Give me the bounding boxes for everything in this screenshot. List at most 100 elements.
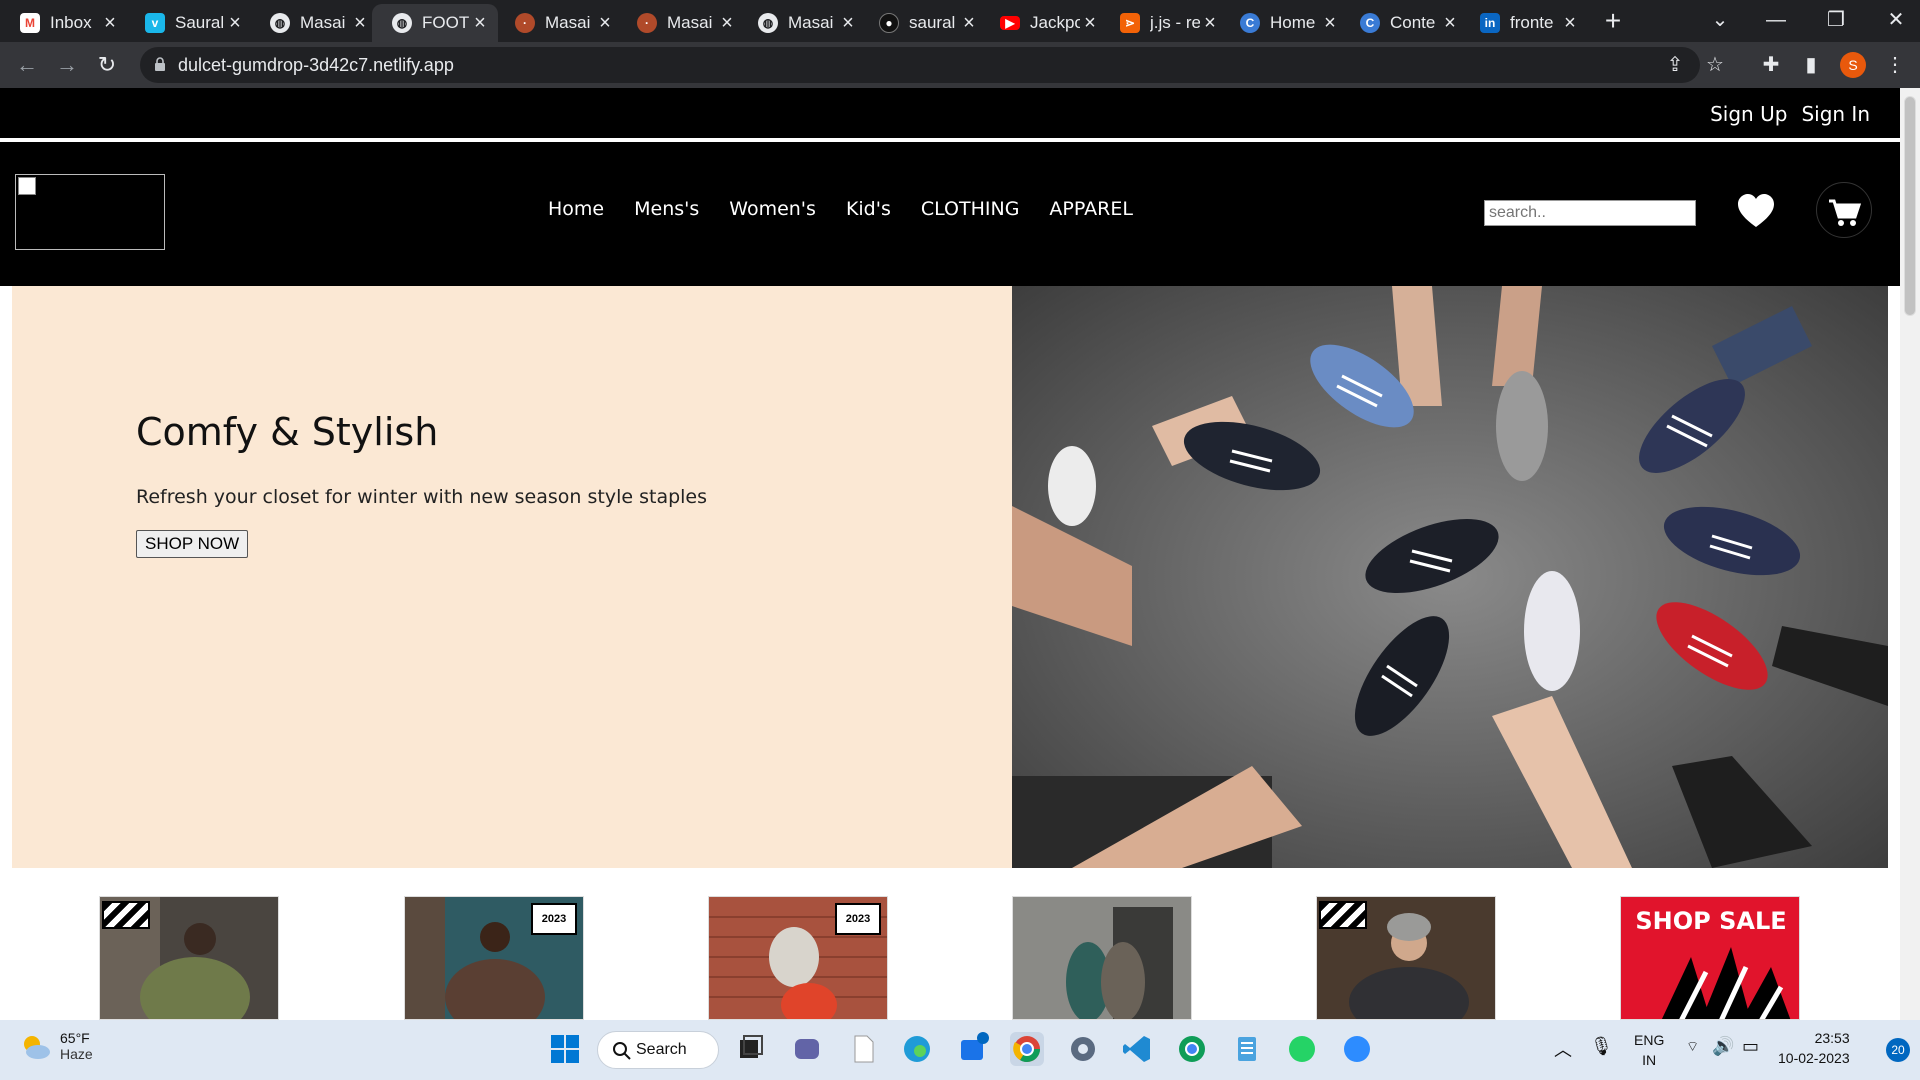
- tab-masai-4[interactable]: ◍ Masai ×: [738, 4, 866, 42]
- close-tab-icon[interactable]: ×: [959, 12, 979, 35]
- linkedin-icon: in: [1480, 13, 1500, 33]
- wifi-icon[interactable]: ⌔: [1686, 1038, 1699, 1056]
- promo-card-3[interactable]: 2023: [708, 896, 888, 1020]
- close-tab-icon[interactable]: ×: [1440, 12, 1460, 35]
- battery-icon[interactable]: ▭: [1742, 1036, 1759, 1057]
- nav-kids[interactable]: Kid's: [846, 198, 891, 220]
- signin-link[interactable]: Sign In: [1801, 102, 1870, 126]
- site-header: Home Mens's Women's Kid's CLOTHING APPAR…: [0, 142, 1900, 286]
- tab-youtube[interactable]: ▶ Jackpo ×: [980, 4, 1108, 42]
- tab-canva-content[interactable]: C Conte ×: [1340, 4, 1468, 42]
- microsoft-store-icon[interactable]: [955, 1032, 989, 1066]
- tab-masai-3[interactable]: · Masai ×: [617, 4, 745, 42]
- close-tab-icon[interactable]: ×: [100, 12, 120, 35]
- whatsapp-icon[interactable]: [1285, 1032, 1319, 1066]
- nav-clothing[interactable]: CLOTHING: [921, 198, 1020, 220]
- new-tab-button[interactable]: +: [1598, 6, 1628, 36]
- nav-mens[interactable]: Mens's: [634, 198, 699, 220]
- minimize-button[interactable]: —: [1746, 0, 1806, 42]
- chrome-icon[interactable]: [1010, 1032, 1044, 1066]
- weather-temp: 65°F: [60, 1030, 90, 1046]
- signup-link[interactable]: Sign Up: [1710, 102, 1787, 126]
- search-input[interactable]: [1484, 200, 1696, 226]
- file-icon[interactable]: [846, 1032, 880, 1066]
- volume-icon[interactable]: 🔊: [1712, 1036, 1734, 1057]
- show-hidden-icons[interactable]: ︿: [1554, 1036, 1572, 1062]
- close-window-button[interactable]: ✕: [1866, 0, 1920, 42]
- masai-icon: ·: [515, 13, 535, 33]
- nav-home[interactable]: Home: [548, 198, 604, 220]
- scrollbar-thumb[interactable]: [1904, 96, 1916, 316]
- tab-linkedin[interactable]: in fronte ×: [1460, 4, 1588, 42]
- microphone-icon[interactable]: 🎙: [1590, 1036, 1613, 1057]
- address-bar[interactable]: dulcet-gumdrop-3d42c7.netlify.app ⇪ ☆: [140, 47, 1724, 83]
- menu-icon[interactable]: ⋮: [1880, 50, 1910, 80]
- close-tab-icon[interactable]: ×: [1560, 12, 1580, 35]
- nav-apparel[interactable]: APPAREL: [1049, 198, 1133, 220]
- edge-icon[interactable]: [900, 1032, 934, 1066]
- side-panel-icon[interactable]: ▮: [1796, 50, 1826, 80]
- start-windows-icon[interactable]: [548, 1032, 582, 1066]
- tab-canva-home[interactable]: C Home ×: [1220, 4, 1348, 42]
- zoom-icon[interactable]: [1340, 1032, 1374, 1066]
- close-tab-icon[interactable]: ×: [470, 12, 490, 35]
- promo-card-1[interactable]: [99, 896, 279, 1020]
- profile-avatar[interactable]: S: [1840, 52, 1866, 78]
- tab-masai[interactable]: ◍ Masai ×: [250, 4, 378, 42]
- close-tab-icon[interactable]: ×: [595, 12, 615, 35]
- vscode-icon[interactable]: [1120, 1032, 1154, 1066]
- close-tab-icon[interactable]: ×: [838, 12, 858, 35]
- hero-subtitle: Refresh your closet for winter with new …: [136, 486, 708, 508]
- close-tab-icon[interactable]: ×: [1200, 12, 1220, 35]
- notepad-icon[interactable]: [1230, 1032, 1264, 1066]
- wishlist-heart-icon[interactable]: [1736, 192, 1776, 232]
- replit-icon: ⋗: [1120, 13, 1140, 33]
- system-clock[interactable]: 23:53 10-02-2023: [1778, 1028, 1850, 1068]
- forward-button[interactable]: →: [52, 50, 82, 80]
- close-tab-icon[interactable]: ×: [717, 12, 737, 35]
- task-view-icon[interactable]: [734, 1032, 768, 1066]
- vimeo-icon: v: [145, 13, 165, 33]
- promo-card-5[interactable]: [1316, 896, 1496, 1020]
- teams-chat-icon[interactable]: [790, 1032, 824, 1066]
- url-text: dulcet-gumdrop-3d42c7.netlify.app: [178, 55, 454, 75]
- site-logo[interactable]: [15, 174, 165, 250]
- year-badge: 2023: [531, 903, 577, 935]
- tab-search-chevron-icon[interactable]: ⌄: [1690, 0, 1750, 42]
- reload-button[interactable]: ↻: [92, 50, 122, 80]
- promo-card-4[interactable]: [1012, 896, 1192, 1020]
- browser-tab-strip: M Inbox × v Saural × ◍ Masai × ◍ FOOT × …: [0, 0, 1920, 42]
- canva-icon: C: [1360, 13, 1380, 33]
- tab-masai-2[interactable]: · Masai ×: [495, 4, 623, 42]
- windows-taskbar: 65°F Haze Search ︿ 🎙 ENG IN ⌔ 🔊 ▭ 23:53 …: [0, 1020, 1920, 1080]
- page-scrollbar[interactable]: [1900, 88, 1920, 1020]
- cart-icon: [1829, 199, 1862, 226]
- taskbar-search[interactable]: Search: [597, 1031, 719, 1069]
- share-icon[interactable]: ⇪: [1660, 50, 1690, 80]
- weather-widget[interactable]: 65°F Haze: [18, 1030, 93, 1064]
- chrome-profile-icon[interactable]: [1175, 1032, 1209, 1066]
- close-tab-icon[interactable]: ×: [1080, 12, 1100, 35]
- tab-github[interactable]: ● saural ×: [859, 4, 987, 42]
- notification-badge[interactable]: 20: [1886, 1038, 1910, 1062]
- bookmark-star-icon[interactable]: ☆: [1700, 50, 1730, 80]
- globe-icon: ◍: [758, 13, 778, 33]
- close-tab-icon[interactable]: ×: [350, 12, 370, 35]
- nav-womens[interactable]: Women's: [729, 198, 816, 220]
- tab-saural[interactable]: v Saural ×: [125, 4, 253, 42]
- settings-gear-icon[interactable]: [1066, 1032, 1100, 1066]
- promo-card-2[interactable]: 2023: [404, 896, 584, 1020]
- language-indicator[interactable]: ENG IN: [1634, 1030, 1664, 1070]
- search-icon: [613, 1042, 631, 1060]
- tab-replit[interactable]: ⋗ j.js - re ×: [1100, 4, 1228, 42]
- back-button[interactable]: ←: [12, 50, 42, 80]
- tab-inbox[interactable]: M Inbox ×: [0, 4, 128, 42]
- close-tab-icon[interactable]: ×: [225, 12, 245, 35]
- promo-card-sale[interactable]: SHOP SALE: [1620, 896, 1800, 1020]
- cart-button[interactable]: [1816, 182, 1872, 238]
- tab-foot-active[interactable]: ◍ FOOT ×: [372, 4, 498, 42]
- close-tab-icon[interactable]: ×: [1320, 12, 1340, 35]
- extensions-icon[interactable]: ✚: [1756, 50, 1786, 80]
- shop-now-button[interactable]: SHOP NOW: [136, 530, 249, 558]
- restore-button[interactable]: ❐: [1806, 0, 1866, 42]
